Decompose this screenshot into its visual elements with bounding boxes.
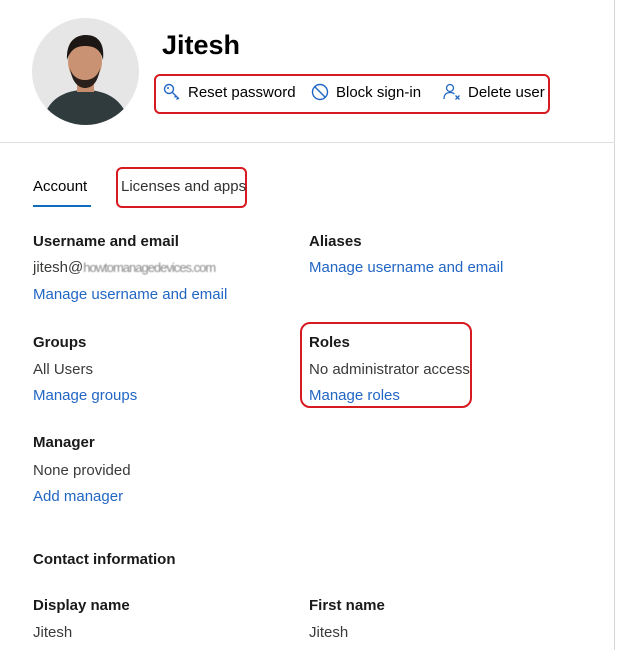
manager-label: Manager (33, 434, 95, 451)
header-divider (0, 142, 615, 143)
groups-value: All Users (33, 361, 94, 378)
display-name-label: Display name (33, 597, 130, 614)
roles-value: No administrator access (309, 361, 470, 378)
first-name-value: Jitesh (309, 624, 349, 641)
manager-value: None provided (33, 462, 131, 479)
manage-username-email-link[interactable]: Manage username and email (33, 286, 227, 303)
block-icon (311, 83, 329, 101)
user-name: Jitesh (162, 30, 241, 60)
roles-label: Roles (309, 334, 350, 351)
contact-information-title: Contact information (33, 551, 176, 568)
delete-user-icon (443, 83, 460, 100)
email-prefix: jitesh@ (33, 259, 84, 276)
delete-user-label: Delete user (468, 83, 545, 101)
tab-account[interactable]: Account (33, 178, 87, 195)
delete-user-button[interactable]: Delete user (442, 82, 545, 102)
tab-licenses-and-apps[interactable]: Licenses and apps (121, 178, 246, 195)
first-name-label: First name (309, 597, 385, 614)
tab-account-underline (33, 205, 91, 207)
manage-groups-link[interactable]: Manage groups (33, 387, 137, 404)
block-sign-in-label: Block sign-in (336, 83, 422, 101)
display-name-value: Jitesh (33, 624, 73, 641)
user-photo (32, 18, 139, 125)
groups-label: Groups (33, 334, 87, 351)
username-email-value: jitesh@howtomanagedevices.com (33, 259, 216, 276)
key-icon (163, 83, 180, 100)
aliases-label: Aliases (309, 233, 362, 250)
add-manager-link[interactable]: Add manager (33, 488, 123, 505)
username-email-label: Username and email (33, 233, 179, 250)
manage-aliases-link[interactable]: Manage username and email (309, 259, 503, 276)
reset-password-label: Reset password (188, 83, 296, 101)
manage-roles-link[interactable]: Manage roles (309, 387, 400, 404)
email-domain-obscured: howtomanagedevices.com (83, 260, 216, 275)
block-sign-in-button[interactable]: Block sign-in (310, 82, 421, 102)
reset-password-button[interactable]: Reset password (162, 82, 296, 102)
right-divider (614, 0, 615, 650)
avatar (32, 18, 139, 125)
